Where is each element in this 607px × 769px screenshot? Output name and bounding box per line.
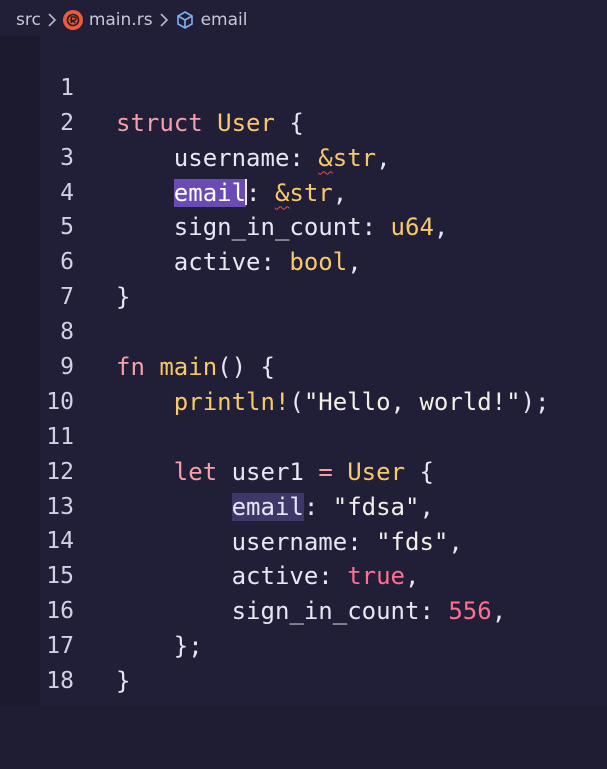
code-line: 9 println!("Hello, world!"); [0,315,607,416]
code-line: 16 }; [0,559,607,660]
code-line: 14 active: true, [0,490,607,590]
code-line: 7 [0,245,607,310]
code-line: 2 username: &str, [0,71,607,172]
chevron-right-icon [47,12,57,28]
code-line: 10 [0,350,607,415]
breadcrumb-file[interactable]: main.rs [89,10,153,30]
code-area[interactable]: 1 struct User { 2 username: &str, 3 emai… [0,36,607,695]
code-line: 4 sign_in_count: u64, [0,141,607,242]
code-line: 11 let user1 = User { [0,385,607,486]
rust-file-icon [62,10,83,30]
code-line: 3 email: &str, [0,106,607,207]
line-number: 18 [46,668,74,695]
code-line: 13 username: "fds", [0,455,607,556]
code-line: 15 sign_in_count: 556, [0,524,607,625]
breadcrumb-symbol[interactable]: email [201,10,248,30]
code-line: 6 } [0,210,607,311]
code-line: 18 [0,629,607,694]
code-editor[interactable]: src main.rs email 1 struct User {2 user… [0,0,607,706]
code-text[interactable]: } [116,664,130,699]
struct-field-icon [175,10,195,30]
breadcrumb-folder[interactable]: src [16,10,41,30]
code-line: 5 active: bool, [0,176,607,276]
code-line: 1 struct User { [0,36,607,137]
breadcrumb: src main.rs email [16,8,247,32]
code-line: 12 email: "fdsa", [0,420,607,521]
code-line: 17 } [0,594,607,695]
code-line: 8 fn main() { [0,280,607,381]
chevron-right-icon [159,12,169,28]
